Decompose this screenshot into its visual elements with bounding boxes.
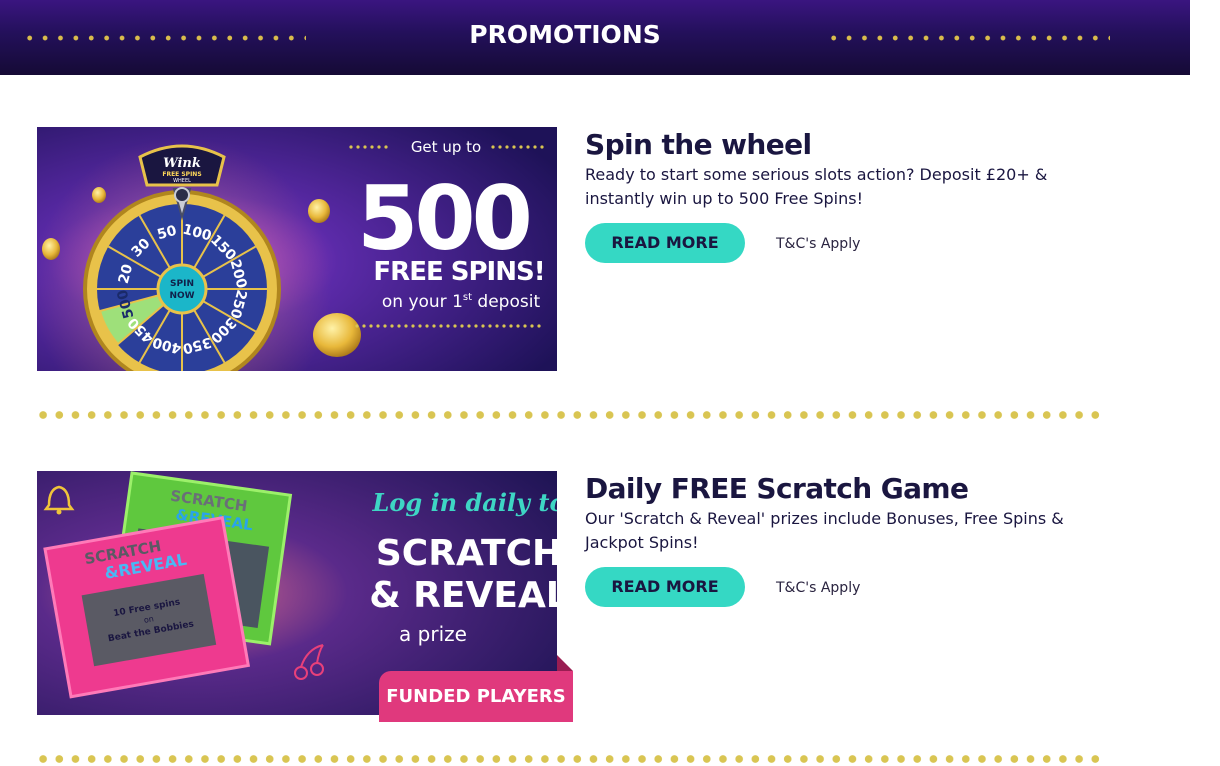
terms-link-scratch-game[interactable]: T&C's Apply [776, 580, 860, 596]
coin-icon [42, 238, 60, 260]
spin-wheel-banner[interactable]: 100 150 200 250 300 350 400 450 500 20 30 50 SPIN N… [37, 127, 557, 371]
svg-text:Get up to: Get up to [411, 138, 481, 156]
coin-icon [313, 313, 361, 357]
svg-text:a prize: a prize [399, 622, 467, 646]
svg-text:WHEEL: WHEEL [173, 178, 191, 184]
funded-players-badge: FUNDED PLAYERS [379, 671, 573, 722]
svg-text:500: 500 [357, 167, 529, 270]
svg-text:Log in daily to: Log in daily to [372, 488, 557, 517]
gold-dot-divider [35, 754, 1105, 764]
spin-wheel-banner-art: 100150200250300350400450500203050 SPIN N… [37, 127, 557, 371]
svg-text:on: on [143, 614, 154, 625]
svg-text:SPIN: SPIN [170, 279, 194, 289]
promotions-header: PROMOTIONS [0, 0, 1190, 75]
gold-dot-divider [35, 410, 1105, 420]
promo-title-spin-wheel: Spin the wheel [585, 128, 812, 161]
svg-text:FREE SPINS!: FREE SPINS! [373, 257, 544, 287]
coin-icon [92, 187, 106, 203]
scratch-card-pink: SCRATCH &REVEAL 10 Free spins on Beat th… [43, 516, 251, 699]
read-more-button-spin-wheel[interactable]: READ MORE [585, 223, 745, 263]
promo-title-scratch-game: Daily FREE Scratch Game [585, 472, 969, 505]
read-more-button-scratch-game[interactable]: READ MORE [585, 567, 745, 607]
svg-text:& REVEAL: & REVEAL [369, 575, 557, 616]
header-dots-right [826, 35, 1110, 41]
terms-link-spin-wheel[interactable]: T&C's Apply [776, 236, 860, 252]
promo-description-spin-wheel: Ready to start some serious slots action… [585, 165, 1048, 208]
svg-text:FREE SPINS: FREE SPINS [162, 171, 201, 178]
svg-text:NOW: NOW [169, 291, 194, 301]
svg-text:Wink: Wink [163, 156, 201, 171]
svg-text:SCRATCH: SCRATCH [376, 533, 557, 574]
coin-icon [308, 199, 330, 223]
spin-now-button [156, 263, 208, 315]
promo-description-scratch-game: Our 'Scratch & Reveal' prizes include Bo… [585, 509, 1064, 552]
funded-badge-fold [557, 655, 573, 671]
svg-text:on your 1st deposit: on your 1st deposit [382, 292, 541, 312]
